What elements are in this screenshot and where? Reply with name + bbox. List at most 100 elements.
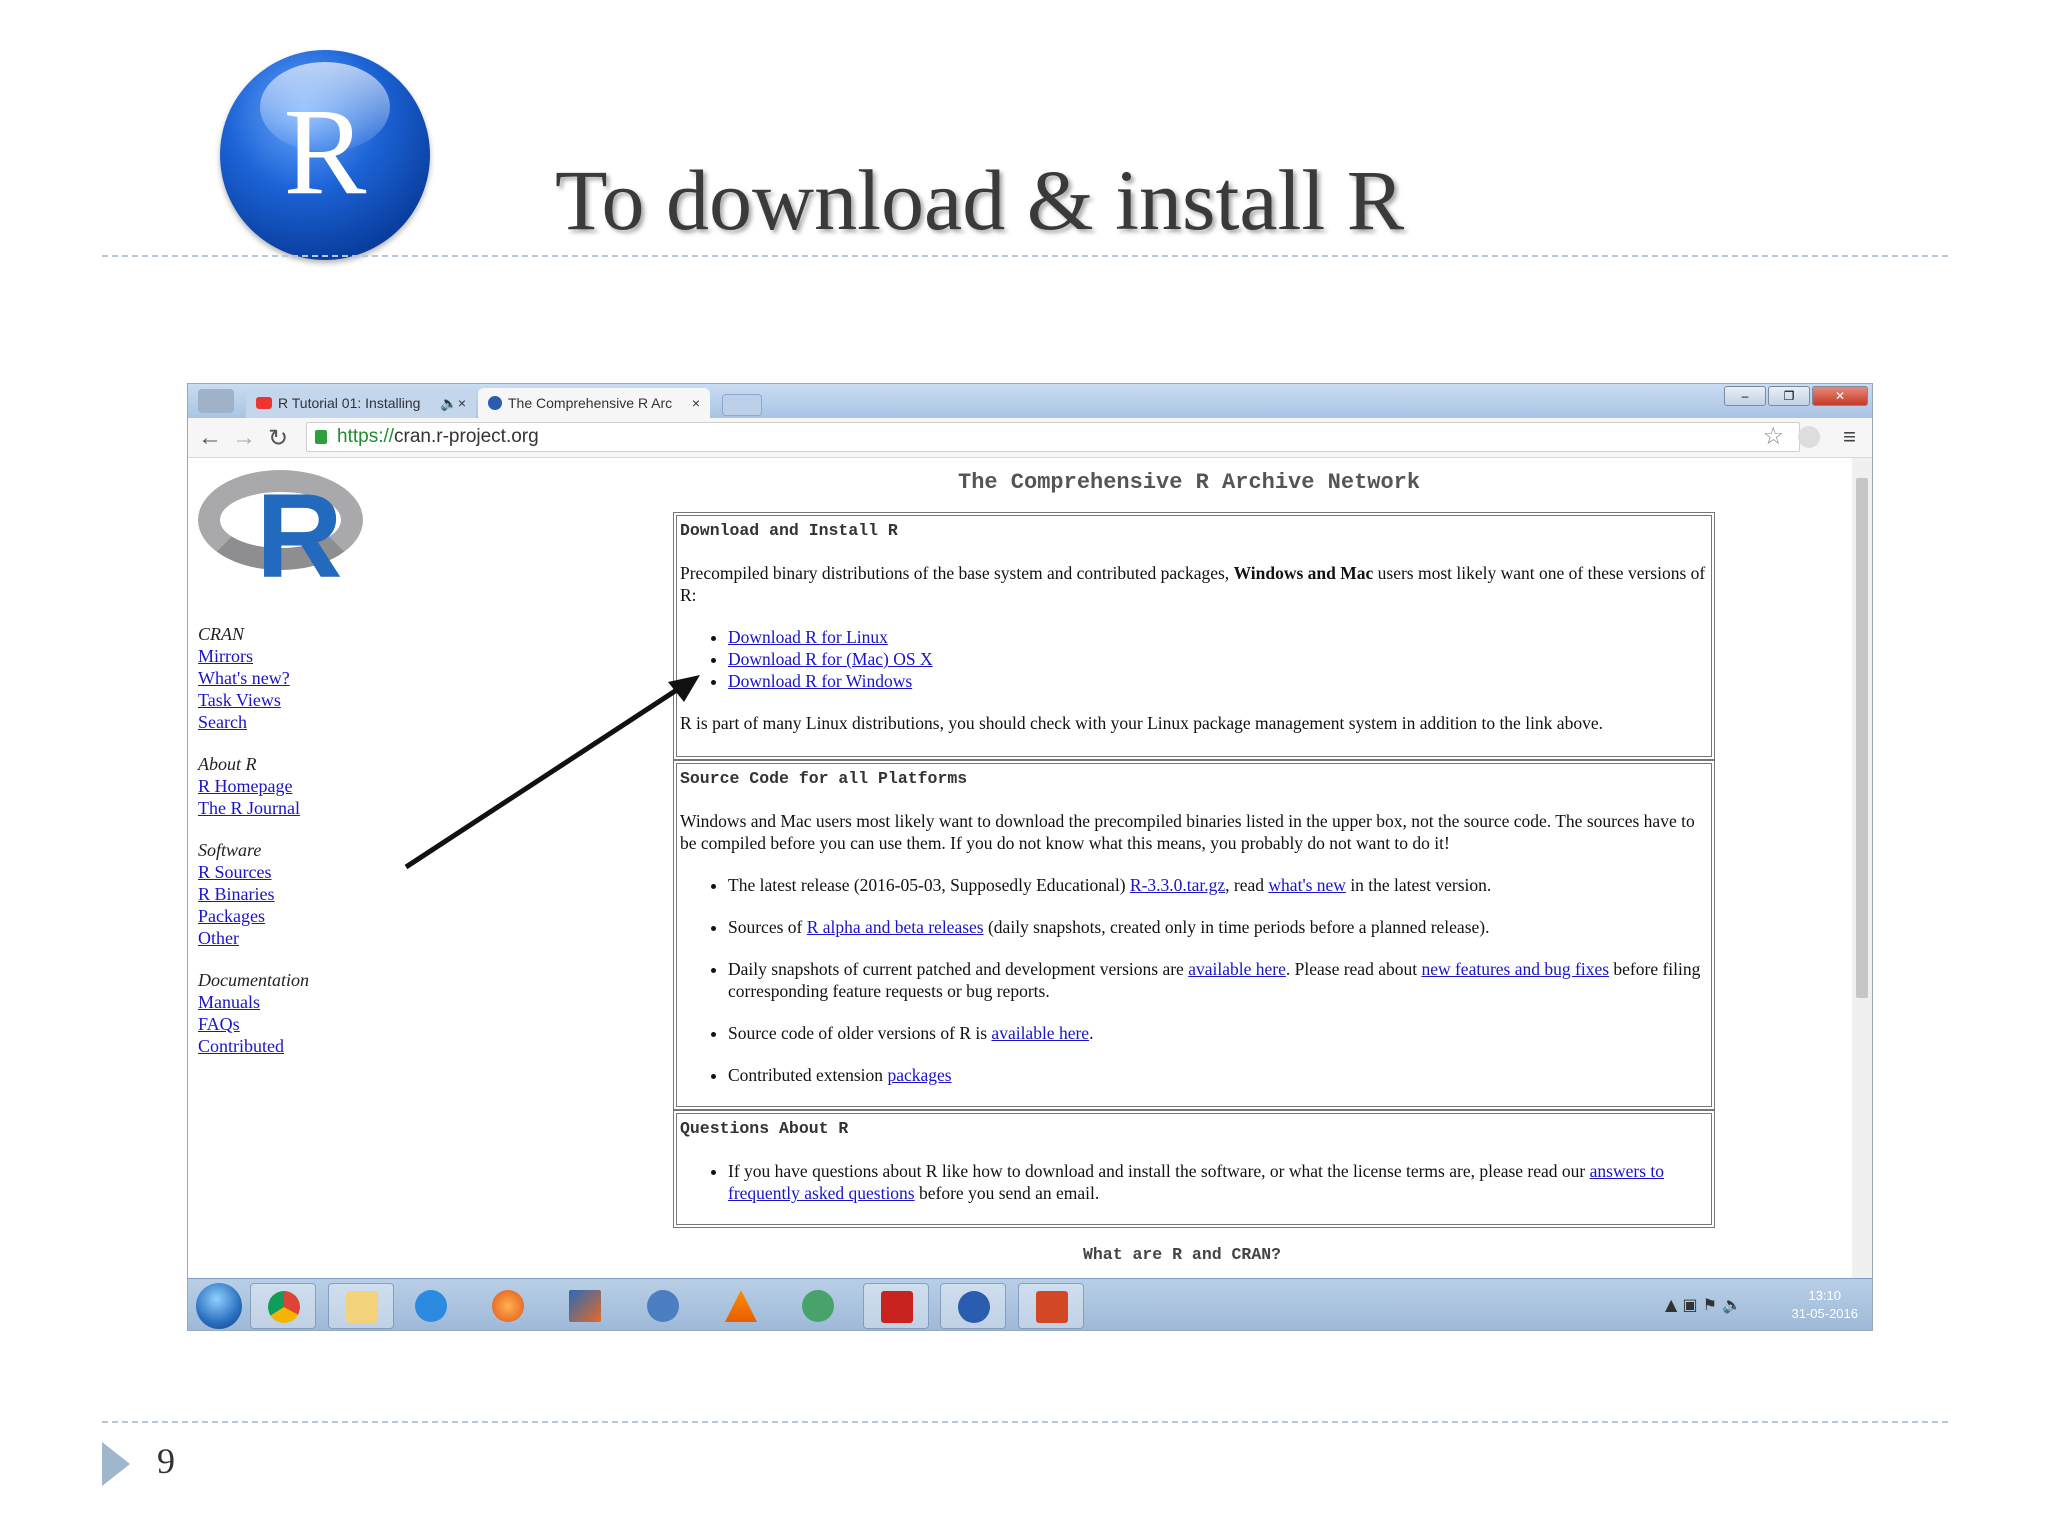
- close-window-button[interactable]: ✕: [1812, 386, 1868, 406]
- slide-bullet-icon: [102, 1442, 130, 1486]
- list-item: Download R for Linux: [728, 626, 1708, 648]
- download-note: R is part of many Linux distributions, y…: [680, 713, 1603, 733]
- file-explorer-icon[interactable]: [328, 1283, 394, 1329]
- list-item: Sources of R alpha and beta releases (da…: [728, 916, 1708, 938]
- r-logo: R: [220, 50, 430, 260]
- new-tab-button[interactable]: [722, 394, 762, 416]
- sidebar-link-r-sources[interactable]: R Sources: [198, 861, 309, 883]
- slide-title: To download & install R: [555, 152, 1405, 248]
- sidebar-group-documentation: Documentation Manuals FAQs Contributed: [198, 969, 309, 1057]
- sidebar-link-manuals[interactable]: Manuals: [198, 991, 309, 1013]
- forward-icon[interactable]: →: [232, 424, 256, 452]
- sidebar-link-faqs[interactable]: FAQs: [198, 1013, 309, 1035]
- taskbar: ▲ ▣ ⚑ 🔈 13:10 31-05-2016: [188, 1278, 1872, 1330]
- section-heading: What are R and CRAN?: [1083, 1245, 1282, 1264]
- page-title: The Comprehensive R Archive Network: [958, 470, 1421, 495]
- source-box: Source Code for all Platforms Windows an…: [673, 760, 1715, 1110]
- page-number: 9: [157, 1441, 175, 1481]
- box-heading: Questions About R: [680, 1119, 849, 1138]
- r-logo-letter: R: [283, 83, 367, 220]
- acrobat-icon[interactable]: [863, 1283, 929, 1329]
- r-favicon-icon: [488, 396, 502, 410]
- sidebar-link-r-journal[interactable]: The R Journal: [198, 797, 309, 819]
- sidebar-link-mirrors[interactable]: Mirrors: [198, 645, 309, 667]
- url-input[interactable]: https://cran.r-project.org: [306, 422, 1800, 452]
- scrollbar-thumb[interactable]: [1856, 478, 1868, 998]
- tray-expand-icon[interactable]: ▲: [1665, 1295, 1677, 1314]
- sidebar-link-r-binaries[interactable]: R Binaries: [198, 883, 309, 905]
- sidebar-group-software: Software R Sources R Binaries Packages O…: [198, 839, 309, 949]
- internet-explorer-icon[interactable]: [398, 1283, 464, 1329]
- list-item: The latest release (2016-05-03, Supposed…: [728, 874, 1708, 896]
- sidebar-group-about: About R R Homepage The R Journal: [198, 753, 309, 819]
- sidebar-link-r-homepage[interactable]: R Homepage: [198, 775, 309, 797]
- firefox-icon[interactable]: [475, 1283, 541, 1329]
- cran-logo: R: [198, 469, 368, 603]
- download-windows-link[interactable]: Download R for Windows: [728, 671, 912, 691]
- scrollbar[interactable]: [1852, 458, 1872, 1278]
- arrow-head: [668, 675, 700, 702]
- close-tab-icon[interactable]: 🔈×: [440, 395, 466, 412]
- calculator-icon[interactable]: [630, 1283, 696, 1329]
- features-bug-fixes-link[interactable]: new features and bug fixes: [1421, 959, 1609, 979]
- r-icon[interactable]: [940, 1283, 1006, 1329]
- source-list: The latest release (2016-05-03, Supposed…: [728, 874, 1708, 1086]
- list-item: If you have questions about R like how t…: [728, 1160, 1708, 1204]
- chrome-icon[interactable]: [250, 1283, 316, 1329]
- list-item: Source code of older versions of R is av…: [728, 1022, 1708, 1044]
- box-heading: Download and Install R: [680, 521, 898, 540]
- sidebar-link-packages[interactable]: Packages: [198, 905, 309, 927]
- list-item: Contributed extension packages: [728, 1064, 1708, 1086]
- window-controls: – ❐ ✕: [1724, 386, 1868, 406]
- download-mac-link[interactable]: Download R for (Mac) OS X: [728, 649, 933, 669]
- close-tab-icon[interactable]: ×: [692, 395, 700, 411]
- sidebar-link-task-views[interactable]: Task Views: [198, 689, 309, 711]
- list-item: Download R for Windows: [728, 670, 1708, 692]
- sidebar-link-whats-new[interactable]: What's new?: [198, 667, 309, 689]
- source-intro: Windows and Mac users most likely want t…: [680, 811, 1695, 853]
- system-tray-icons[interactable]: ▲ ▣ ⚑ 🔈: [1665, 1295, 1742, 1314]
- sidebar-heading: Documentation: [198, 970, 309, 990]
- sidebar-link-other[interactable]: Other: [198, 927, 309, 949]
- packages-link[interactable]: packages: [887, 1065, 951, 1085]
- minimize-button[interactable]: –: [1724, 386, 1766, 406]
- cran-logo-letter: R: [256, 469, 343, 603]
- sidebar-link-contributed[interactable]: Contributed: [198, 1035, 309, 1057]
- download-linux-link[interactable]: Download R for Linux: [728, 627, 888, 647]
- start-button[interactable]: [196, 1283, 242, 1329]
- lock-icon: [315, 430, 327, 444]
- sidebar-link-search[interactable]: Search: [198, 711, 309, 733]
- questions-box: Questions About R If you have questions …: [673, 1110, 1715, 1228]
- list-item: Daily snapshots of current patched and d…: [728, 958, 1708, 1002]
- whats-new-link[interactable]: what's new: [1268, 875, 1346, 895]
- back-icon[interactable]: ←: [198, 424, 222, 452]
- incognito-icon: [198, 389, 234, 413]
- alpha-beta-link[interactable]: R alpha and beta releases: [807, 917, 984, 937]
- user-icon[interactable]: [785, 1283, 851, 1329]
- sidebar-heading: CRAN: [198, 624, 245, 644]
- reload-icon[interactable]: ↻: [268, 424, 288, 453]
- tab-cran[interactable]: The Comprehensive R Arc ×: [478, 388, 710, 418]
- arrow-shaft: [404, 677, 694, 870]
- restore-button[interactable]: ❐: [1768, 386, 1810, 406]
- download-box: Download and Install R Precompiled binar…: [673, 512, 1715, 760]
- clock-date: 31-05-2016: [1791, 1306, 1859, 1321]
- tab-bar: R Tutorial 01: Installing 🔈× The Compreh…: [188, 384, 1872, 418]
- sidebar-group-cran: CRAN Mirrors What's new? Task Views Sear…: [198, 623, 309, 733]
- list-item: Download R for (Mac) OS X: [728, 648, 1708, 670]
- extension-icon[interactable]: [1798, 426, 1820, 448]
- download-intro: Precompiled binary distributions of the …: [680, 563, 1706, 605]
- clock[interactable]: 13:10 31-05-2016: [1792, 1287, 1859, 1323]
- sidebar-heading: Software: [198, 840, 262, 860]
- menu-icon[interactable]: ≡: [1843, 424, 1856, 450]
- release-tarball-link[interactable]: R-3.3.0.tar.gz: [1130, 875, 1225, 895]
- questions-list: If you have questions about R like how t…: [728, 1160, 1708, 1204]
- bookmark-star-icon[interactable]: ☆: [1762, 422, 1784, 451]
- vlc-icon[interactable]: [708, 1283, 774, 1329]
- older-versions-link[interactable]: available here: [991, 1023, 1089, 1043]
- tab-r-tutorial[interactable]: R Tutorial 01: Installing 🔈×: [246, 388, 476, 418]
- snapshots-link[interactable]: available here: [1188, 959, 1286, 979]
- matlab-icon[interactable]: [552, 1283, 618, 1329]
- powerpoint-icon[interactable]: [1018, 1283, 1084, 1329]
- sidebar-heading: About R: [198, 754, 257, 774]
